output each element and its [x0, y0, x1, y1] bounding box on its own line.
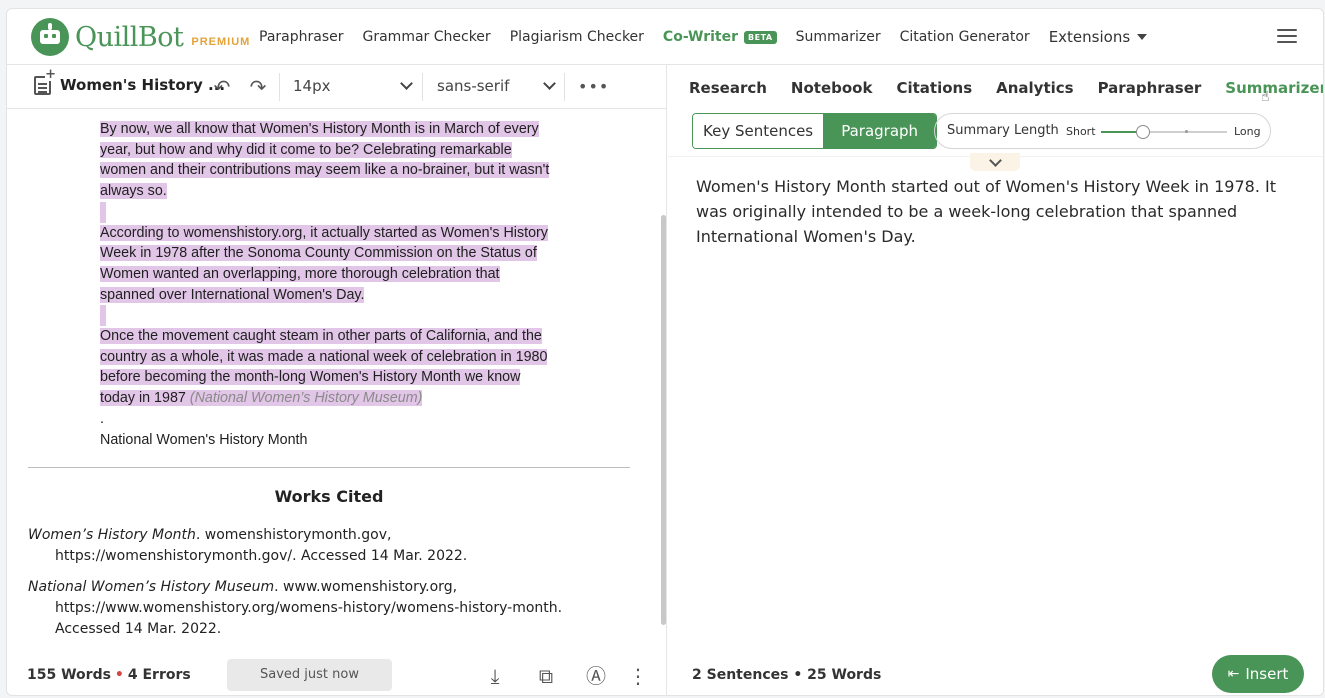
paragraph-1: By now, we all know that Women's History… — [100, 119, 552, 202]
summary-mode-toggle: Key Sentences Paragraph — [692, 113, 938, 149]
summary-length-label: Summary Length — [947, 123, 1059, 138]
tab-research[interactable]: Research — [689, 79, 767, 97]
nav-citation-generator[interactable]: Citation Generator — [900, 29, 1030, 45]
toolbar-divider — [279, 73, 280, 101]
editor-content[interactable]: By now, we all know that Women's History… — [7, 109, 663, 657]
summary-stats: 2 Sentences • 25 Words — [692, 667, 882, 683]
redo-icon[interactable]: ↷ — [246, 75, 270, 99]
copy-icon[interactable]: ⧉ — [533, 663, 559, 689]
caret-down-icon — [1137, 34, 1148, 40]
download-icon[interactable]: ⤓ — [482, 663, 508, 689]
hand-cursor-icon: ☝ — [1261, 89, 1270, 105]
font-size-select[interactable]: 14px — [293, 77, 331, 95]
nav-grammar-checker[interactable]: Grammar Checker — [363, 29, 491, 45]
works-cited-title: Works Cited — [274, 487, 384, 506]
summary-output[interactable]: Women's History Month started out of Wom… — [696, 174, 1276, 249]
insert-arrow-icon: ⇤ — [1227, 666, 1240, 682]
toolbar-divider — [564, 73, 565, 101]
tab-analytics[interactable]: Analytics — [996, 79, 1073, 97]
font-family-chevron-down-icon[interactable] — [543, 77, 556, 90]
spell-check-icon[interactable]: Ⓐ — [583, 663, 609, 689]
nav-paraphraser[interactable]: Paraphraser — [259, 29, 344, 45]
nav-plagiarism-checker[interactable]: Plagiarism Checker — [510, 29, 644, 45]
slider-min-label: Short — [1066, 125, 1096, 138]
mode-paragraph[interactable]: Paragraph — [823, 114, 937, 148]
hamburger-menu-icon[interactable] — [1277, 29, 1297, 44]
undo-icon[interactable]: ↶ — [210, 75, 234, 99]
font-family-select[interactable]: sans-serif — [437, 77, 509, 95]
works-cited-entry: Women’s History Month. womenshistorymont… — [28, 525, 628, 567]
tab-notebook[interactable]: Notebook — [791, 79, 873, 97]
document-title[interactable]: Women's History ... — [60, 76, 225, 94]
paragraph-3: Once the movement caught steam in other … — [100, 326, 552, 409]
editor-toolbar: Women's History ... ↶ ↷ 14px sans-serif … — [7, 65, 667, 109]
side-panel-tabs: Research Notebook Citations Analytics Pa… — [689, 79, 1323, 97]
editor-panel: Women's History ... ↶ ↷ 14px sans-serif … — [7, 65, 667, 695]
works-cited-source: National Women’s History Museum — [28, 579, 275, 595]
works-cited-source: Women’s History Month — [28, 527, 196, 543]
insert-button[interactable]: ⇤ Insert — [1212, 655, 1304, 693]
document-body[interactable]: By now, we all know that Women's History… — [100, 119, 552, 450]
error-count[interactable]: 4 Errors — [128, 667, 191, 683]
quillbot-robot-icon — [31, 18, 69, 56]
paragraph-2: According to womenshistory.org, it actua… — [100, 223, 552, 306]
tab-citations[interactable]: Citations — [896, 79, 972, 97]
more-vertical-icon[interactable]: ⋮ — [625, 663, 651, 689]
tab-summarizer[interactable]: Summarizer — [1225, 79, 1323, 97]
slider-thumb[interactable] — [1136, 125, 1150, 139]
paragraph-2-text: According to womenshistory.org, it actua… — [100, 224, 548, 303]
paragraph-1-text: By now, we all know that Women's History… — [100, 121, 550, 200]
nav-co-writer-label: Co-Writer — [662, 29, 738, 45]
error-dot: • — [114, 667, 124, 683]
summary-length-control: Summary Length Short Long — [934, 113, 1271, 149]
footer-line: National Women's History Month — [100, 431, 308, 448]
saved-status: Saved just now — [227, 659, 392, 691]
app-window: QuillBot PREMIUM Paraphraser Grammar Che… — [6, 8, 1324, 696]
word-count: 155 Words — [27, 667, 111, 683]
top-nav: QuillBot PREMIUM Paraphraser Grammar Che… — [7, 9, 1323, 65]
editor-scrollbar[interactable] — [661, 215, 666, 625]
word-error-count: 155 Words • 4 Errors — [27, 667, 191, 683]
insert-label: Insert — [1245, 665, 1289, 683]
works-cited-entry: National Women’s History Museum. www.wom… — [28, 577, 628, 640]
beta-badge: BETA — [744, 30, 777, 44]
nav-co-writer[interactable]: Co-Writer BETA — [663, 29, 777, 45]
nav-extensions-label: Extensions — [1048, 28, 1131, 46]
new-document-icon[interactable] — [34, 69, 56, 95]
nav-extensions[interactable]: Extensions — [1048, 28, 1148, 46]
highlight-gap — [100, 305, 106, 326]
highlight-gap — [100, 201, 106, 223]
inline-citation[interactable]: (National Women’s History Museum) — [189, 390, 423, 407]
quillbot-logo[interactable]: QuillBot PREMIUM — [31, 18, 250, 56]
tab-paraphraser[interactable]: Paraphraser — [1098, 79, 1202, 97]
slider-max-label: Long — [1234, 125, 1261, 138]
premium-label: PREMIUM — [191, 36, 251, 48]
collapse-chevron-icon[interactable] — [970, 153, 1020, 171]
nav-links: Paraphraser Grammar Checker Plagiarism C… — [259, 9, 1166, 65]
trailing-dot: . — [100, 410, 104, 427]
side-panel: Research Notebook Citations Analytics Pa… — [668, 65, 1323, 695]
works-cited-divider — [28, 467, 630, 468]
mode-key-sentences[interactable]: Key Sentences — [693, 114, 824, 148]
more-options-icon[interactable]: ••• — [578, 75, 608, 99]
slider-tick — [1185, 130, 1188, 133]
brand-name: QuillBot — [75, 21, 184, 53]
font-size-chevron-down-icon[interactable] — [400, 77, 413, 90]
nav-summarizer[interactable]: Summarizer — [796, 29, 881, 45]
toolbar-divider — [422, 73, 423, 101]
summary-length-slider[interactable] — [1101, 125, 1227, 139]
editor-status-bar: 155 Words • 4 Errors Saved just now ⤓ ⧉ Ⓐ … — [7, 657, 667, 695]
